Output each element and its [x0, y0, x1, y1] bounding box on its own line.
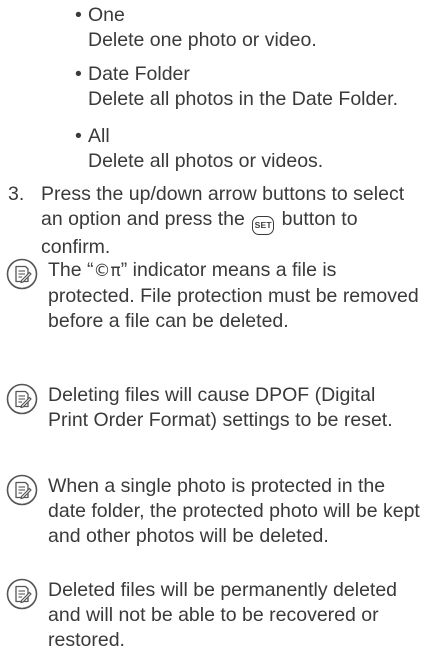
note-text: Deleted files will be permanently delete…: [48, 579, 398, 651]
option-description: Delete all photos in the Date Folder.: [88, 88, 399, 110]
bullet: •: [75, 125, 82, 147]
manual-page: • One Delete one photo or video. • Date …: [0, 0, 423, 661]
option-title: All: [88, 125, 110, 147]
note-text: When a single photo is protected in the …: [48, 475, 420, 547]
step-number: 3.: [8, 183, 25, 205]
note-permanent-delete: Deleted files will be permanently delete…: [6, 578, 420, 653]
option-title: Date Folder: [88, 63, 190, 85]
note-text: Deleting files will cause DPOF (Digital …: [48, 384, 393, 431]
option-date-folder: • Date Folder Delete all photos in the D…: [75, 62, 420, 112]
bullet: •: [75, 63, 82, 85]
note-text-prefix: The “: [48, 259, 94, 281]
option-one: • One Delete one photo or video.: [75, 3, 420, 53]
bullet: •: [75, 4, 82, 26]
note-icon: [6, 258, 38, 290]
set-key-icon: SET: [252, 215, 275, 235]
protect-icon: ©π: [93, 261, 121, 281]
note-date-folder-protected: When a single photo is protected in the …: [6, 474, 420, 549]
step-3: 3. Press the up/down arrow buttons to se…: [8, 182, 420, 260]
note-icon: [6, 474, 38, 506]
option-description: Delete all photos or videos.: [88, 150, 324, 172]
option-all: • All Delete all photos or videos.: [75, 124, 420, 174]
note-text: The “©π” indicator means a file is prote…: [6, 258, 420, 334]
note-icon: [6, 383, 38, 415]
note-dpof-reset: Deleting files will cause DPOF (Digital …: [6, 383, 420, 433]
note-protected-files: The “©π” indicator means a file is prote…: [6, 258, 420, 334]
option-title: One: [88, 4, 125, 26]
option-description: Delete one photo or video.: [88, 29, 317, 51]
note-icon: [6, 578, 38, 610]
step-text: Press the up/down arrow buttons to selec…: [8, 182, 420, 260]
